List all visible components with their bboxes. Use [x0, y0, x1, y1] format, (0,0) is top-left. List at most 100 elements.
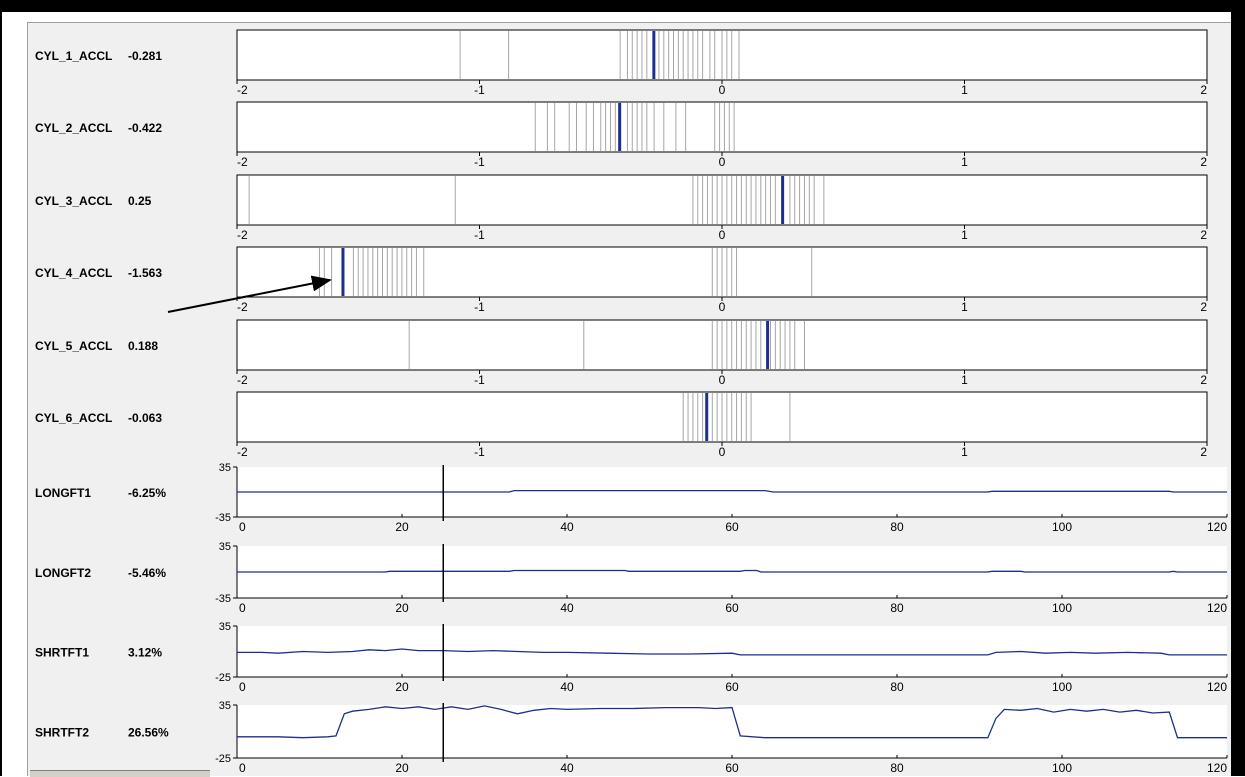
y-tick-label: -25 [215, 672, 231, 684]
x-tick-label: -1 [474, 373, 485, 387]
chart-longft1: LONGFT1 -6.25% 35 -35 0 20 40 60 80 100 120 [35, 462, 1228, 534]
parameter-name: SHRTFT2 [35, 726, 89, 740]
x-tick-label: 1 [961, 445, 968, 459]
x-tick-label: 2 [1200, 373, 1207, 387]
x-tick-label: 0 [239, 680, 246, 694]
y-tick-label: 35 [219, 621, 231, 633]
x-tick-label: 120 [1207, 761, 1227, 775]
chart-shrtft1: SHRTFT1 3.12% 35 -25 0 20 40 60 80 100 120 [35, 621, 1228, 694]
x-tick-label: -1 [474, 445, 485, 459]
x-tick-label: 0 [719, 445, 726, 459]
x-tick-label: 40 [560, 680, 574, 694]
parameter-name: LONGFT2 [35, 566, 91, 580]
x-tick-label: 60 [725, 601, 739, 615]
y-tick-label: -25 [215, 753, 231, 765]
x-tick-label: 2 [1200, 228, 1207, 242]
x-tick-label: 40 [560, 761, 574, 775]
parameter-name: CYL_2_ACCL [35, 121, 112, 135]
x-tick-label: 0 [239, 601, 246, 615]
x-tick-label: -2 [237, 228, 248, 242]
chart-cyl-3-accl: CYL_3_ACCL 0.25 -2 -1 0 1 2 [35, 174, 1208, 242]
x-tick-label: 100 [1052, 680, 1072, 694]
y-tick-label: -35 [215, 512, 231, 524]
plot-area [237, 626, 1227, 677]
x-tick-label: 2 [1200, 155, 1207, 169]
x-tick-label: -2 [237, 83, 248, 97]
chart-longft2: LONGFT2 -5.46% 35 -35 0 20 40 60 80 100 120 [35, 541, 1228, 615]
parameter-name: LONGFT1 [35, 486, 91, 500]
x-tick-label: 60 [725, 520, 739, 534]
x-tick-label: 100 [1052, 520, 1072, 534]
x-tick-label: 20 [395, 761, 409, 775]
x-tick-label: 120 [1207, 680, 1227, 694]
parameter-name: CYL_4_ACCL [35, 266, 112, 280]
parameter-value: -6.25% [128, 486, 166, 500]
x-tick-label: 80 [890, 520, 904, 534]
parameter-name: CYL_5_ACCL [35, 339, 112, 353]
y-tick-label: 35 [219, 541, 231, 553]
parameter-value: 3.12% [128, 646, 162, 660]
y-tick-label: 35 [219, 462, 231, 474]
x-tick-label: 40 [560, 520, 574, 534]
parameter-value: -1.563 [128, 266, 162, 280]
x-tick-label: 0 [719, 300, 726, 314]
x-tick-label: 0 [719, 373, 726, 387]
plot-area [237, 705, 1227, 758]
x-tick-label: 80 [890, 680, 904, 694]
x-tick-label: 0 [719, 83, 726, 97]
x-tick-label: -1 [474, 83, 485, 97]
x-tick-label: 1 [961, 300, 968, 314]
parameter-name: CYL_6_ACCL [35, 411, 112, 425]
x-tick-label: -2 [237, 373, 248, 387]
chart-cyl-1-accl: CYL_1_ACCL -0.281 -2 -1 0 1 2 [35, 29, 1208, 97]
chart-cyl-2-accl: CYL_2_ACCL -0.422 -2 -1 0 1 2 [35, 101, 1208, 169]
parameter-name: CYL_1_ACCL [35, 49, 112, 63]
parameter-value: -5.46% [128, 566, 166, 580]
x-tick-label: 1 [961, 373, 968, 387]
parameter-value: 26.56% [128, 726, 169, 740]
parameter-value: -0.281 [128, 49, 162, 63]
x-tick-label: 0 [239, 520, 246, 534]
pid-graph-panel: CYL_1_ACCL -0.281 -2 -1 0 1 2 CYL_2_ACCL -0.422 -… [35, 29, 1228, 775]
x-tick-label: 0 [719, 155, 726, 169]
x-tick-label: 80 [890, 601, 904, 615]
chart-shrtft2: SHRTFT2 26.56% 35 -25 0 20 40 60 80 100 120 [35, 700, 1228, 775]
parameter-name: CYL_3_ACCL [35, 194, 112, 208]
parameter-value: 0.25 [128, 194, 152, 208]
chart-cyl-6-accl: CYL_6_ACCL -0.063 -2 -1 0 1 2 [35, 391, 1208, 459]
x-tick-label: 120 [1207, 520, 1227, 534]
y-tick-label: 35 [219, 700, 231, 712]
x-tick-label: -2 [237, 300, 248, 314]
x-tick-label: 20 [395, 680, 409, 694]
x-tick-label: 100 [1052, 761, 1072, 775]
x-tick-label: 1 [961, 228, 968, 242]
x-tick-label: -2 [237, 155, 248, 169]
chart-cyl-5-accl: CYL_5_ACCL 0.188 -2 -1 0 1 2 [35, 319, 1208, 387]
x-tick-label: -1 [474, 228, 485, 242]
x-tick-label: 0 [239, 761, 246, 775]
x-tick-label: 60 [725, 761, 739, 775]
x-tick-label: 0 [719, 228, 726, 242]
x-tick-label: 40 [560, 601, 574, 615]
parameter-value: 0.188 [128, 339, 158, 353]
x-tick-label: -1 [474, 155, 485, 169]
x-tick-label: 100 [1052, 601, 1072, 615]
x-tick-label: 20 [395, 601, 409, 615]
x-tick-label: 1 [961, 83, 968, 97]
x-tick-label: 1 [961, 155, 968, 169]
parameter-value: -0.063 [128, 411, 162, 425]
x-tick-label: 120 [1207, 601, 1227, 615]
x-tick-label: 2 [1200, 300, 1207, 314]
x-tick-label: 80 [890, 761, 904, 775]
plots: CYL_1_ACCL -0.281 -2 -1 0 1 2 CYL_2_ACCL -0.422 -… [35, 29, 1228, 775]
x-tick-label: 2 [1200, 445, 1207, 459]
x-tick-label: 20 [395, 520, 409, 534]
plot-area [236, 101, 1208, 153]
parameter-value: -0.422 [128, 121, 162, 135]
x-tick-label: -2 [237, 445, 248, 459]
y-tick-label: -35 [215, 593, 231, 605]
x-tick-label: 2 [1200, 83, 1207, 97]
x-tick-label: 60 [725, 680, 739, 694]
x-tick-label: -1 [474, 300, 485, 314]
parameter-name: SHRTFT1 [35, 646, 89, 660]
